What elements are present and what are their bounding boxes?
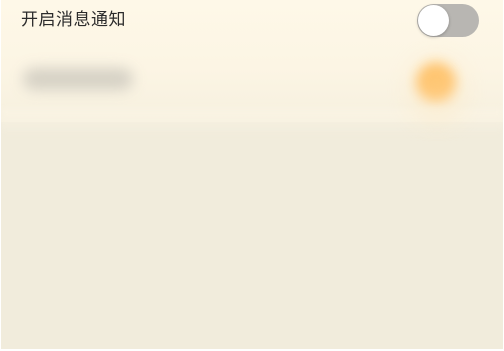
blurred-glow <box>413 60 461 120</box>
notification-setting-row: 开启消息通知 <box>1 0 503 42</box>
notification-toggle-label: 开启消息通知 <box>21 10 126 30</box>
settings-screen: 开启消息通知 <box>1 0 503 349</box>
toggle-knob <box>418 5 449 36</box>
notification-toggle-switch[interactable] <box>417 4 479 37</box>
blurred-label <box>23 68 133 90</box>
